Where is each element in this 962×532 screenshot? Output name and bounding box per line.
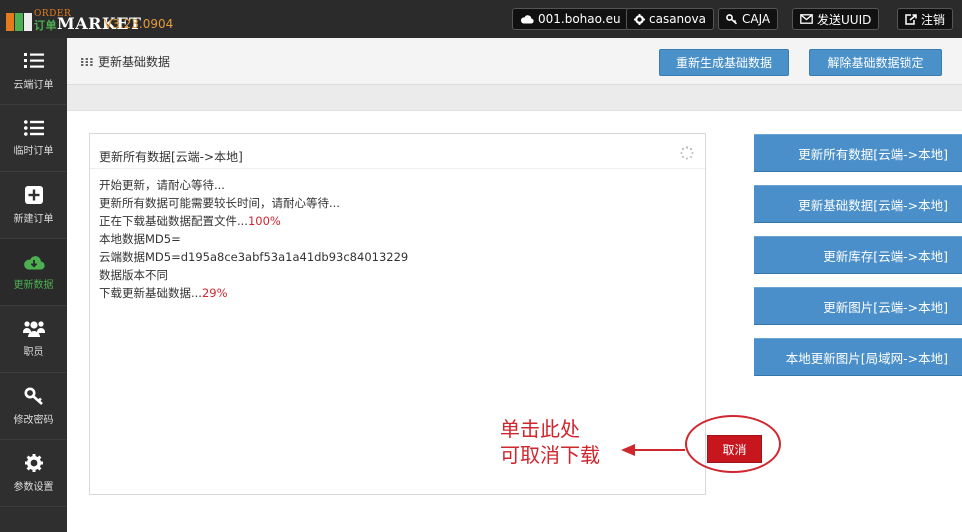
list-icon — [23, 119, 44, 136]
server-label: 001.bohao.eu — [538, 12, 621, 26]
logo-square-green — [15, 13, 23, 31]
loading-spinner-icon — [680, 146, 694, 160]
log-progress-config: 100% — [247, 214, 281, 228]
log-line: 开始更新，请耐心等待... — [99, 178, 225, 192]
cloud-download-icon — [23, 255, 45, 270]
annotation-line: 可取消下载 — [500, 443, 600, 467]
log-line: 下载更新基础数据...29% — [99, 284, 408, 302]
sidebar: 云端订单 临时订单 新建订单 更新数据 职员 修改密码 参数设置 — [0, 38, 67, 532]
gear-icon — [634, 13, 645, 25]
sidebar-item-label: 修改密码 — [13, 414, 54, 426]
app-logo: ORDER 订单MARKET V3.23.0904 — [6, 6, 196, 34]
send-uuid-button[interactable]: 发送UUID — [792, 8, 880, 30]
logout-label: 注销 — [921, 12, 946, 27]
annotation-line: 单击此处 — [500, 417, 580, 441]
log-line: 更新所有数据可能需要较长时间，请耐心等待... — [99, 196, 340, 210]
sidebar-item-label: 职员 — [23, 347, 44, 358]
sidebar-item-label: 临时订单 — [13, 145, 54, 157]
arrow-left-icon — [621, 444, 685, 456]
logo-square-orange — [6, 13, 14, 31]
update-images-button[interactable]: 更新图片[云端->本地] — [754, 287, 962, 325]
key-icon — [726, 13, 738, 24]
sidebar-item-label: 更新数据 — [13, 279, 54, 291]
user-button[interactable]: casanova — [626, 8, 714, 30]
log-line: 数据版本不同 — [99, 268, 168, 282]
sidebar-item-cloud-orders[interactable]: 云端订单 — [0, 38, 67, 105]
list-ordered-icon — [23, 52, 44, 68]
key-button[interactable]: CAJA — [718, 8, 779, 30]
update-stock-button[interactable]: 更新库存[云端->本地] — [754, 236, 962, 274]
panel-title: 更新所有数据[云端->本地] — [99, 150, 243, 164]
cloud-icon — [520, 15, 534, 24]
regenerate-base-data-button[interactable]: 重新生成基础数据 — [659, 49, 789, 76]
page-title: 更新基础数据 — [81, 53, 170, 70]
logo-cn-text: 订单 — [34, 19, 57, 32]
user-label: casanova — [649, 12, 706, 26]
sidebar-item-staff[interactable]: 职员 — [0, 306, 67, 373]
grid-icon — [81, 57, 93, 66]
logout-button[interactable]: 注销 — [897, 8, 954, 30]
log-line: 正在下载基础数据配置文件...100% — [99, 212, 408, 230]
key-icon — [24, 387, 43, 405]
header-divider — [67, 85, 962, 111]
cancel-button[interactable]: 取消 — [707, 435, 762, 463]
send-uuid-label: 发送UUID — [817, 12, 872, 27]
sidebar-item-label: 新建订单 — [13, 213, 54, 225]
users-icon — [22, 321, 45, 337]
server-button[interactable]: 001.bohao.eu — [512, 8, 629, 30]
logout-icon — [905, 13, 917, 25]
panel-divider — [90, 168, 705, 169]
sidebar-item-update-data[interactable]: 更新数据 — [0, 239, 67, 306]
app-version: V3.23.0904 — [104, 17, 174, 31]
sidebar-item-change-password[interactable]: 修改密码 — [0, 373, 67, 440]
envelope-icon — [800, 14, 813, 24]
page-title-text: 更新基础数据 — [98, 55, 171, 69]
log-line-text: 下载更新基础数据... — [99, 286, 202, 300]
update-base-data-button[interactable]: 更新基础数据[云端->本地] — [754, 185, 962, 223]
sidebar-item-settings[interactable]: 参数设置 — [0, 440, 67, 507]
cancel-annotation: 单击此处 可取消下载 — [500, 416, 600, 468]
sidebar-item-temp-orders[interactable]: 临时订单 — [0, 105, 67, 172]
update-all-data-button[interactable]: 更新所有数据[云端->本地] — [754, 134, 962, 172]
sidebar-item-new-order[interactable]: 新建订单 — [0, 172, 67, 239]
logo-square-white — [24, 13, 32, 31]
log-line: 云端数据MD5=d195a8ce3abf53a1a41db93c84013229 — [99, 250, 409, 264]
plus-square-icon — [24, 185, 43, 204]
update-log-panel: 更新所有数据[云端->本地] 开始更新，请耐心等待... 更新所有数据可能需要较… — [89, 133, 706, 495]
local-update-images-button[interactable]: 本地更新图片[局域网->本地] — [754, 338, 962, 376]
gear-icon — [24, 453, 43, 472]
top-bar: ORDER 订单MARKET V3.23.0904 001.bohao.eu c… — [0, 0, 962, 38]
sidebar-item-label: 云端订单 — [13, 79, 54, 91]
log-line: 本地数据MD5= — [99, 232, 181, 246]
key-label: CAJA — [742, 12, 771, 26]
log-line-text: 正在下载基础数据配置文件... — [99, 214, 248, 228]
unlock-base-data-button[interactable]: 解除基础数据锁定 — [809, 49, 942, 76]
log-lines: 开始更新，请耐心等待... 更新所有数据可能需要较长时间，请耐心等待... 正在… — [99, 176, 408, 302]
sidebar-item-label: 参数设置 — [13, 481, 54, 493]
log-progress-base-data: 29% — [201, 286, 228, 300]
